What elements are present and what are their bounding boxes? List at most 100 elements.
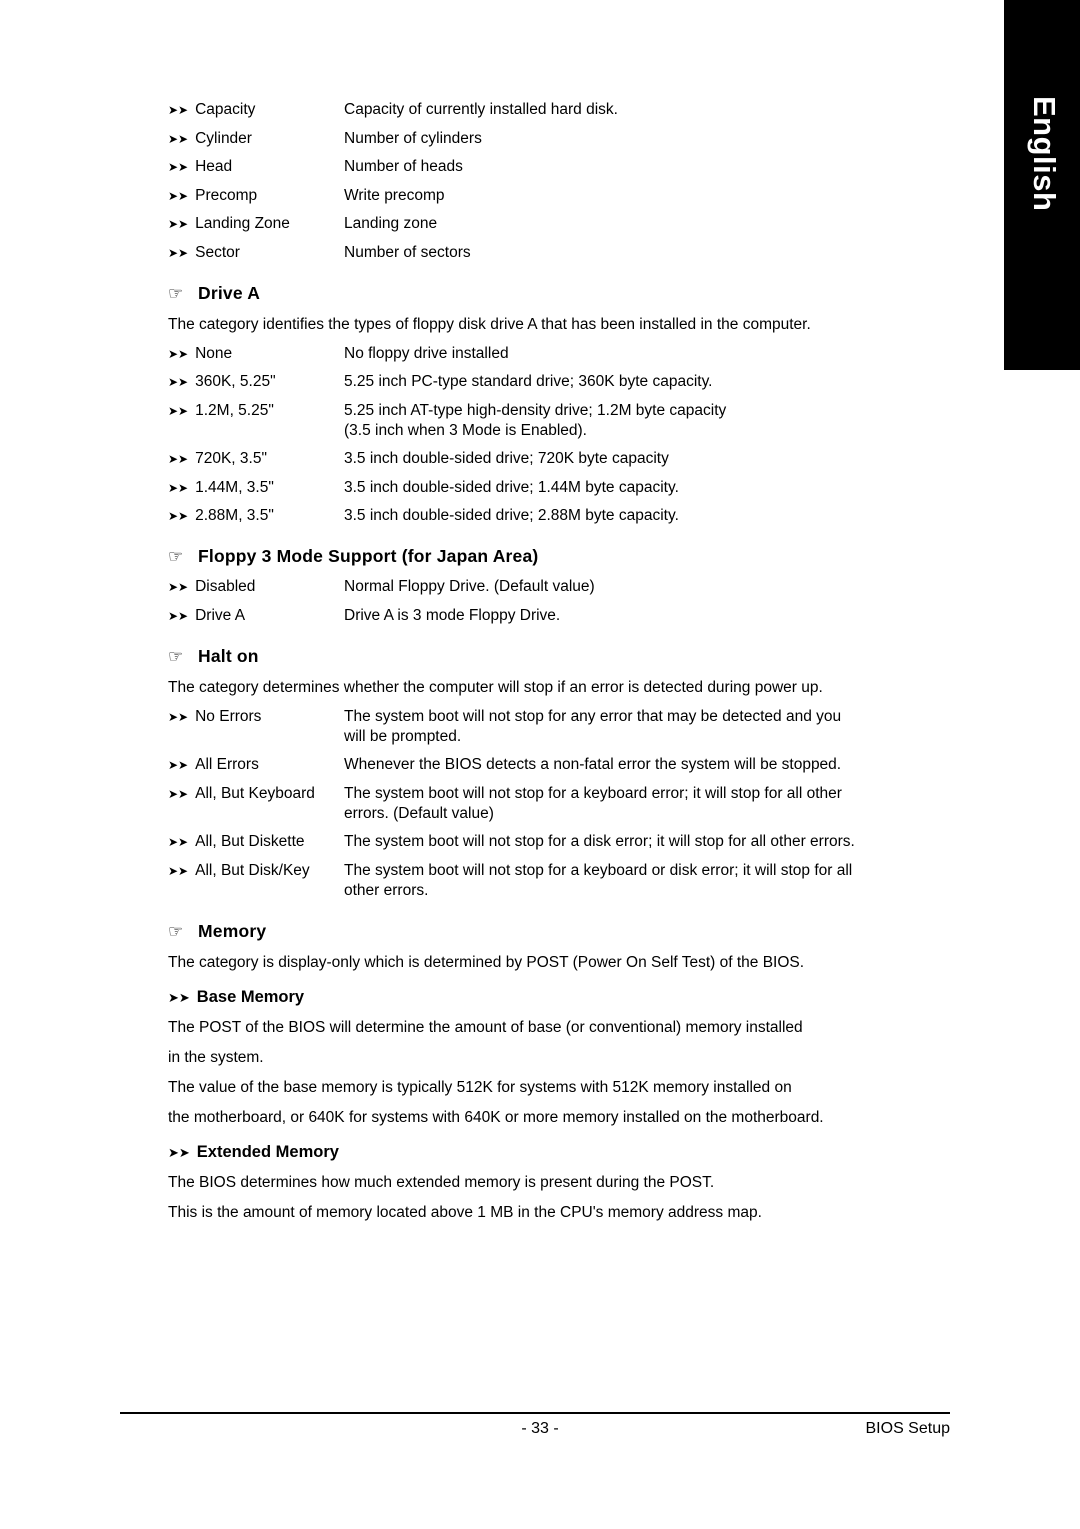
base-memory-paragraph-1: The POST of the BIOS will determine the … (168, 1018, 803, 1036)
section-title: Drive A (198, 282, 261, 303)
list-item: ➤➤ Disabled Normal Floppy Drive. (Defaul… (168, 577, 958, 597)
section-paragraph: The category determines whether the comp… (168, 678, 823, 696)
subsection-heading-extended-memory: ➤➤ Extended Memory (168, 1143, 958, 1163)
double-arrow-icon: ➤➤ (168, 403, 189, 418)
list-item: ➤➤ Landing Zone Landing zone (168, 214, 958, 234)
list-item: ➤➤ Sector Number of sectors (168, 243, 958, 263)
definition-desc: No floppy drive installed (344, 344, 958, 364)
base-memory-paragraph-4: the motherboard, or 640K for systems wit… (168, 1108, 824, 1126)
term-label: 2.88M, 3.5" (195, 507, 274, 524)
list-item: ➤➤ All, But Keyboard The system boot wil… (168, 784, 958, 824)
term-label: All, But Diskette (195, 833, 305, 850)
section-paragraph: The category identifies the types of flo… (168, 315, 811, 333)
definition-term: ➤➤ No Errors (168, 707, 344, 727)
term-label: Head (195, 158, 233, 175)
base-memory-paragraph-2: in the system. (168, 1048, 264, 1066)
list-item: ➤➤ Head Number of heads (168, 157, 958, 177)
term-label: Sector (195, 243, 240, 261)
definition-desc: Capacity of currently installed hard dis… (344, 101, 618, 118)
definition-term: ➤➤ Drive A (168, 606, 344, 626)
list-item: ➤➤ 1.44M, 3.5" 3.5 inch double-sided dri… (168, 478, 958, 498)
pointing-hand-icon: ☞ (168, 547, 184, 566)
definition-term: ➤➤ All Errors (168, 755, 344, 775)
list-item: ➤➤ 360K, 5.25" 5.25 inch PC-type standar… (168, 372, 958, 392)
term-label: Landing Zone (195, 215, 290, 232)
definition-term: ➤➤ 2.88M, 3.5" (168, 506, 344, 526)
double-arrow-icon: ➤➤ (168, 580, 189, 594)
section-paragraph: The category is display-only which is de… (168, 953, 805, 971)
term-label: Disabled (195, 578, 256, 595)
definition-term: ➤➤ Capacity (168, 100, 344, 120)
term-label: 360K, 5.25" (195, 373, 276, 390)
definition-term: ➤➤ Cylinder (168, 129, 344, 149)
section-title: Halt on (198, 645, 259, 666)
definition-desc: Normal Floppy Drive. (Default value) (344, 578, 595, 595)
double-arrow-icon: ➤➤ (168, 863, 189, 878)
desc-line: 3.5 inch double-sided drive; 1.44M byte … (344, 478, 679, 496)
double-arrow-icon: ➤➤ (168, 608, 189, 623)
double-arrow-icon: ➤➤ (168, 835, 189, 849)
drive-a-option-list: ➤➤ None No floppy drive installed ➤➤ 360… (168, 344, 958, 527)
term-label: None (195, 344, 233, 362)
double-arrow-icon: ➤➤ (168, 1144, 190, 1160)
definition-desc: Number of cylinders (344, 129, 482, 147)
definition-term: ➤➤ Landing Zone (168, 214, 344, 234)
list-item: ➤➤ All, But Disk/Key The system boot wil… (168, 861, 958, 901)
desc-line: 3.5 inch double-sided drive; 2.88M byte … (344, 507, 679, 524)
definition-desc: 3.5 inch double-sided drive; 1.44M byte … (344, 478, 958, 498)
list-item: ➤➤ All Errors Whenever the BIOS detects … (168, 755, 958, 775)
definition-term: ➤➤ Disabled (168, 577, 344, 597)
definition-desc: The system boot will not stop for a disk… (344, 832, 958, 852)
page-content: ➤➤ Capacity Capacity of currently instal… (168, 100, 958, 1232)
section-heading-memory: ☞ Memory (168, 921, 958, 942)
section-title: Floppy 3 Mode Support (for Japan Area) (198, 546, 539, 566)
list-item: ➤➤ None No floppy drive installed (168, 344, 958, 364)
desc-continuation: (3.5 inch when 3 Mode is Enabled). (344, 421, 587, 439)
desc-continuation: errors. (Default value) (344, 804, 494, 822)
definition-desc: 3.5 inch double-sided drive; 2.88M byte … (344, 506, 958, 526)
desc-line: The system boot will not stop for any er… (344, 707, 842, 725)
definition-desc: The system boot will not stop for a keyb… (344, 784, 958, 824)
desc-line: Whenever the BIOS detects a non-fatal er… (344, 756, 842, 773)
section-heading-drive-a: ☞ Drive A (168, 283, 958, 304)
definition-term: ➤➤ All, But Diskette (168, 832, 344, 852)
hard-disk-definition-list: ➤➤ Capacity Capacity of currently instal… (168, 100, 958, 263)
double-arrow-icon: ➤➤ (168, 758, 189, 772)
language-tab-label: English (1027, 96, 1062, 212)
extended-memory-paragraph-2: This is the amount of memory located abo… (168, 1203, 762, 1221)
term-label: Capacity (195, 101, 256, 118)
term-label: All, But Disk/Key (195, 861, 310, 879)
double-arrow-icon: ➤➤ (168, 160, 189, 174)
desc-line: 5.25 inch AT-type high-density drive; 1.… (344, 401, 727, 419)
definition-desc: Write precomp (344, 186, 445, 204)
definition-desc: 3.5 inch double-sided drive; 720K byte c… (344, 449, 958, 469)
definition-desc: The system boot will not stop for any er… (344, 707, 958, 747)
list-item: ➤➤ Cylinder Number of cylinders (168, 129, 958, 149)
list-item: ➤➤ Drive A Drive A is 3 mode Floppy Driv… (168, 606, 958, 626)
definition-desc: Number of sectors (344, 243, 471, 261)
double-arrow-icon: ➤➤ (168, 346, 189, 361)
definition-desc: Drive A is 3 mode Floppy Drive. (344, 606, 561, 624)
term-label: Cylinder (195, 129, 252, 147)
definition-desc: Number of heads (344, 158, 463, 175)
double-arrow-icon: ➤➤ (168, 480, 189, 495)
definition-desc: 5.25 inch AT-type high-density drive; 1.… (344, 401, 958, 441)
definition-term: ➤➤ 360K, 5.25" (168, 372, 344, 392)
term-label: 1.2M, 5.25" (195, 401, 274, 419)
definition-term: ➤➤ None (168, 344, 344, 364)
double-arrow-icon: ➤➤ (168, 245, 189, 260)
definition-desc: The system boot will not stop for a keyb… (344, 861, 958, 901)
pointing-hand-icon: ☞ (168, 283, 184, 303)
list-item: ➤➤ Capacity Capacity of currently instal… (168, 100, 958, 120)
desc-line: The system boot will not stop for a keyb… (344, 784, 842, 802)
desc-line: 5.25 inch PC-type standard drive; 360K b… (344, 373, 713, 390)
base-memory-paragraph-3: The value of the base memory is typicall… (168, 1078, 792, 1096)
term-label: Precomp (195, 186, 258, 204)
double-arrow-icon: ➤➤ (168, 452, 189, 466)
halt-on-option-list: ➤➤ No Errors The system boot will not st… (168, 707, 958, 901)
section-title: Memory (198, 920, 267, 941)
desc-continuation: will be prompted. (344, 727, 462, 745)
list-item: ➤➤ 1.2M, 5.25" 5.25 inch AT-type high-de… (168, 401, 958, 441)
term-label: All Errors (195, 756, 259, 773)
double-arrow-icon: ➤➤ (168, 375, 189, 389)
